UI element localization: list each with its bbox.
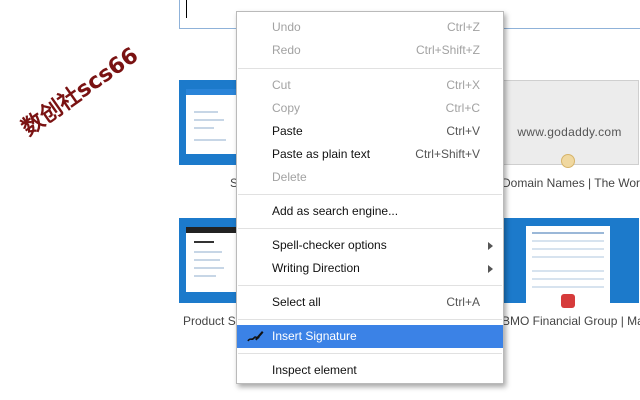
menu-item-shortcut: Ctrl+Z [447,20,480,34]
tile-2-site-text: www.godaddy.com [517,125,622,139]
tile-3-title[interactable]: Product Su [183,314,236,328]
menu-item-label: Inspect element [272,363,357,377]
godaddy-favicon-icon [561,154,575,168]
menu-item-shortcut: Ctrl+A [446,295,480,309]
menu-separator [238,353,502,354]
menu-item-inspect-element[interactable]: Inspect element [237,359,503,382]
most-visited-tile-1[interactable] [179,80,239,165]
menu-separator [238,194,502,195]
menu-item-label: Insert Signature [272,329,357,343]
most-visited-tile-2[interactable]: www.godaddy.com [500,80,639,165]
menu-separator [238,319,502,320]
menu-item-insert-signature[interactable]: Insert Signature [237,325,503,348]
menu-item-label: Copy [272,101,301,115]
tile-4-preview [526,226,610,303]
menu-item-label: Paste [272,124,303,138]
menu-item-label: Spell-checker options [272,238,387,252]
menu-item-cut[interactable]: Cut Ctrl+X [237,74,503,97]
menu-item-copy[interactable]: Copy Ctrl+C [237,97,503,120]
menu-item-shortcut: Ctrl+V [446,124,480,138]
menu-item-shortcut: Ctrl+X [446,78,480,92]
most-visited-tile-4[interactable] [500,218,639,303]
tile-1-preview [186,89,238,154]
menu-item-spell-checker[interactable]: Spell-checker options [237,234,503,257]
menu-item-writing-direction[interactable]: Writing Direction [237,257,503,280]
menu-item-label: Redo [272,43,301,57]
menu-item-label: Select all [272,295,321,309]
watermark: 数创社scs66 [17,42,144,142]
chevron-right-icon [488,265,493,273]
tile-2-title[interactable]: Domain Names | The World... [502,176,640,190]
menu-item-paste[interactable]: Paste Ctrl+V [237,120,503,143]
menu-separator [238,228,502,229]
menu-item-paste-plain-text[interactable]: Paste as plain text Ctrl+Shift+V [237,143,503,166]
chevron-right-icon [488,242,493,250]
menu-item-label: Cut [272,78,291,92]
menu-separator [238,285,502,286]
menu-item-add-search-engine[interactable]: Add as search engine... [237,200,503,223]
menu-item-redo[interactable]: Redo Ctrl+Shift+Z [237,39,503,62]
menu-item-delete[interactable]: Delete [237,166,503,189]
menu-item-shortcut: Ctrl+Shift+Z [415,43,480,57]
menu-item-label: Writing Direction [272,261,360,275]
bmo-favicon-icon [561,294,575,308]
menu-item-label: Delete [272,170,307,184]
menu-item-label: Add as search engine... [272,204,399,218]
menu-item-label: Undo [272,20,301,34]
tile-3-preview [186,227,238,292]
menu-item-label: Paste as plain text [272,147,371,161]
context-menu: Undo Ctrl+Z Redo Ctrl+Shift+Z Cut Ctrl+X… [236,11,504,384]
menu-item-shortcut: Ctrl+C [445,101,480,115]
menu-item-shortcut: Ctrl+Shift+V [415,147,480,161]
most-visited-tile-3[interactable] [179,218,239,303]
menu-item-select-all[interactable]: Select all Ctrl+A [237,291,503,314]
tile-4-title[interactable]: BMO Financial Group | Mak... [502,314,640,328]
menu-separator [238,68,502,69]
menu-item-undo[interactable]: Undo Ctrl+Z [237,16,503,39]
signature-pen-icon [247,331,264,342]
text-caret [186,0,187,18]
